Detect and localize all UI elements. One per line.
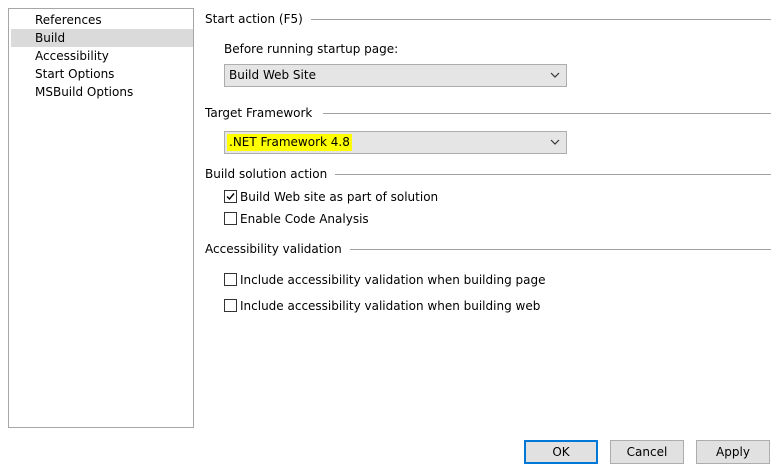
chevron-down-icon	[550, 139, 560, 145]
target-framework-header: Target Framework	[205, 104, 321, 122]
nav-list: References Build Accessibility Start Opt…	[8, 8, 194, 428]
nav-item-references[interactable]: References	[11, 11, 193, 29]
accessibility-validation-header: Accessibility validation	[205, 240, 350, 258]
nav-item-start-options[interactable]: Start Options	[11, 65, 193, 83]
checkmark-icon	[226, 193, 235, 201]
code-analysis-checkbox[interactable]	[224, 212, 237, 225]
nav-item-accessibility[interactable]: Accessibility	[11, 47, 193, 65]
target-framework-section: Target Framework	[205, 104, 771, 122]
section-divider	[339, 249, 771, 250]
before-running-dropdown[interactable]: Build Web Site	[224, 64, 567, 87]
section-divider	[305, 19, 771, 20]
nav-item-msbuild-options[interactable]: MSBuild Options	[11, 83, 193, 101]
build-website-label: Build Web site as part of solution	[240, 190, 439, 204]
start-action-header: Start action (F5)	[205, 10, 311, 28]
section-divider	[323, 113, 771, 114]
property-pages-dialog: References Build Accessibility Start Opt…	[0, 0, 777, 472]
code-analysis-label: Enable Code Analysis	[240, 212, 369, 226]
target-framework-dropdown[interactable]: .NET Framework 4.8	[224, 131, 567, 154]
before-running-label: Before running startup page:	[224, 42, 399, 56]
accessibility-validation-section: Accessibility validation	[205, 240, 771, 258]
validate-web-label: Include accessibility validation when bu…	[240, 299, 541, 313]
build-solution-section: Build solution action	[205, 165, 771, 183]
nav-item-build[interactable]: Build	[11, 29, 193, 47]
target-framework-value: .NET Framework 4.8	[227, 134, 352, 151]
ok-button[interactable]: OK	[524, 440, 598, 464]
validate-page-checkbox[interactable]	[224, 273, 237, 286]
cancel-button[interactable]: Cancel	[610, 440, 684, 464]
validate-page-label: Include accessibility validation when bu…	[240, 273, 546, 287]
section-divider	[323, 174, 771, 175]
build-website-checkbox[interactable]	[224, 190, 237, 203]
before-running-value: Build Web Site	[229, 68, 316, 82]
apply-button[interactable]: Apply	[696, 440, 770, 464]
start-action-section: Start action (F5)	[205, 10, 771, 28]
validate-web-checkbox[interactable]	[224, 299, 237, 312]
chevron-down-icon	[550, 72, 560, 78]
build-solution-header: Build solution action	[205, 165, 336, 183]
